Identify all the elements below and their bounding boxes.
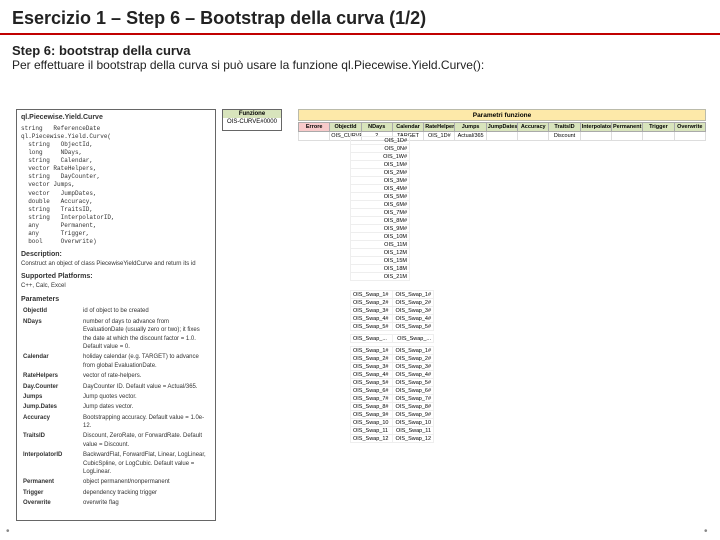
rates-column: OIS_1D#OIS_0N#OIS_1W#OIS_1M#OIS_2M#OIS_3… (350, 136, 410, 281)
function-box-header: Funzione (223, 110, 281, 118)
params-band: Parametri funzione (298, 109, 706, 121)
function-box: Funzione OIS-CURVE#0000 (222, 109, 282, 131)
slide-subtitle: Step 6: bootstrap della curva (0, 35, 720, 58)
slide-title: Esercizio 1 – Step 6 – Bootstrap della c… (0, 0, 720, 35)
slide-bodytext: Per effettuare il bootstrap della curva … (0, 58, 720, 78)
platforms-text: C++, Calc, Excel (21, 282, 211, 290)
doc-header: ql.Piecewise.Yield.Curve (21, 113, 211, 123)
corner-dot-right: • (704, 526, 714, 536)
desc-label: Description: (21, 250, 211, 260)
params-table: ObjectIdid of object to be createdNDaysn… (21, 306, 211, 508)
function-box-value: OIS-CURVE#0000 (223, 118, 281, 126)
params-label: Parameters (21, 295, 211, 305)
doc-panel: ql.Piecewise.Yield.Curve string Referenc… (16, 109, 216, 521)
desc-text: Construct an object of class PiecewiseYi… (21, 260, 211, 268)
swaps-column: OIS_Swap_1#OIS_Swap_1#OIS_Swap_2#OIS_Swa… (350, 290, 434, 443)
doc-signature: string ReferenceDateql.Piecewise.Yield.C… (21, 125, 211, 246)
platforms-label: Supported Platforms: (21, 272, 211, 282)
corner-dot-left: • (6, 526, 16, 536)
